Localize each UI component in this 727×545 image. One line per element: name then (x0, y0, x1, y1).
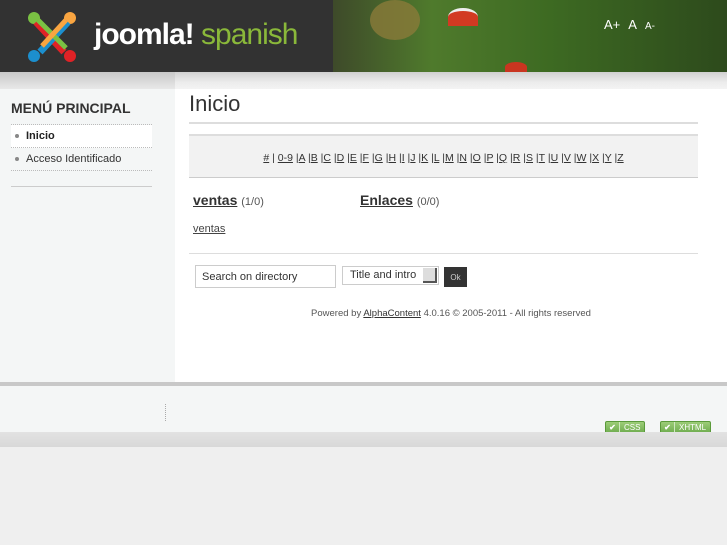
letter-link[interactable]: B (311, 152, 318, 164)
select-value: Title and intro (350, 269, 417, 281)
font-decrease-button[interactable]: A- (645, 21, 655, 32)
divider (11, 186, 152, 187)
footer: ✔ CSS ✔ XHTML (0, 386, 727, 435)
divider (189, 253, 698, 254)
category-count: (1/0) (241, 196, 264, 208)
letter-link[interactable]: W (576, 152, 586, 164)
letter-link[interactable]: O (473, 152, 481, 164)
category-link[interactable]: Enlaces (360, 192, 413, 208)
frog-eye-2 (505, 62, 527, 72)
letter-link[interactable]: N (459, 152, 467, 164)
logo-sub: spanish (201, 18, 298, 51)
chevron-down-icon (423, 268, 437, 283)
category-enlaces: Enlaces (0/0) (360, 192, 520, 208)
letter-link[interactable]: Y (605, 152, 612, 164)
letter-link[interactable]: C (323, 152, 331, 164)
menu-item-acceso-identificado[interactable]: Acceso Identificado (11, 148, 152, 171)
category-count: (0/0) (416, 196, 440, 208)
menu-title: MENÚ PRINCIPAL (11, 100, 131, 116)
subcategory-link[interactable]: ventas (193, 223, 225, 235)
sidebar-top-band (0, 72, 175, 89)
frog-eye (448, 8, 478, 26)
powered-by: Powered by AlphaContent 4.0.16 © 2005-20… (175, 308, 727, 319)
divider (189, 122, 698, 124)
font-size-controls: A+ A A- (604, 17, 664, 32)
sidebar: MENÚ PRINCIPAL Inicio Acceso Identificad… (0, 89, 175, 382)
footer-band (0, 432, 727, 447)
alphabet-index: # | 0-9 |A |B |C |D |E |F |G |H |I |J |K… (189, 134, 698, 178)
site-logo-text[interactable]: joomla! spanish (94, 17, 314, 53)
main-menu: Inicio Acceso Identificado (11, 124, 152, 171)
font-increase-button[interactable]: A+ (604, 17, 620, 32)
search-ok-button[interactable]: Ok (444, 267, 467, 287)
search-input[interactable] (195, 265, 336, 288)
letter-link[interactable]: E (350, 152, 357, 164)
category-link[interactable]: ventas (193, 192, 237, 208)
font-reset-button[interactable]: A (628, 17, 637, 32)
menu-item-inicio[interactable]: Inicio (11, 125, 152, 148)
powered-suffix: 4.0.16 © 2005-2011 - All rights reserved (423, 308, 591, 319)
powered-prefix: Powered by (311, 308, 362, 319)
separator: | (269, 152, 278, 164)
header: joomla! spanish A+ A A- (0, 0, 727, 72)
letter-link[interactable]: 0-9 (278, 152, 293, 164)
main-content: Inicio # | 0-9 |A |B |C |D |E |F |G |H |… (175, 89, 727, 382)
footer-divider (165, 404, 166, 421)
letter-link[interactable]: V (564, 152, 571, 164)
frog-toe (370, 0, 420, 40)
letter-link[interactable]: Q (499, 152, 507, 164)
logo-main: joomla! (94, 18, 195, 51)
letter-link[interactable]: S (526, 152, 533, 164)
letter-link[interactable]: Z (617, 152, 623, 164)
joomla-logo-icon (28, 12, 76, 62)
letter-link[interactable]: H (388, 152, 396, 164)
alphacontent-link[interactable]: AlphaContent (363, 308, 421, 319)
letter-link[interactable]: M (445, 152, 454, 164)
letter-link[interactable]: G (375, 152, 383, 164)
search-scope-select[interactable]: Title and intro (342, 266, 439, 285)
header-banner-image (333, 0, 727, 72)
category-ventas: ventas (1/0) (193, 192, 353, 208)
page-title: Inicio (189, 91, 241, 116)
